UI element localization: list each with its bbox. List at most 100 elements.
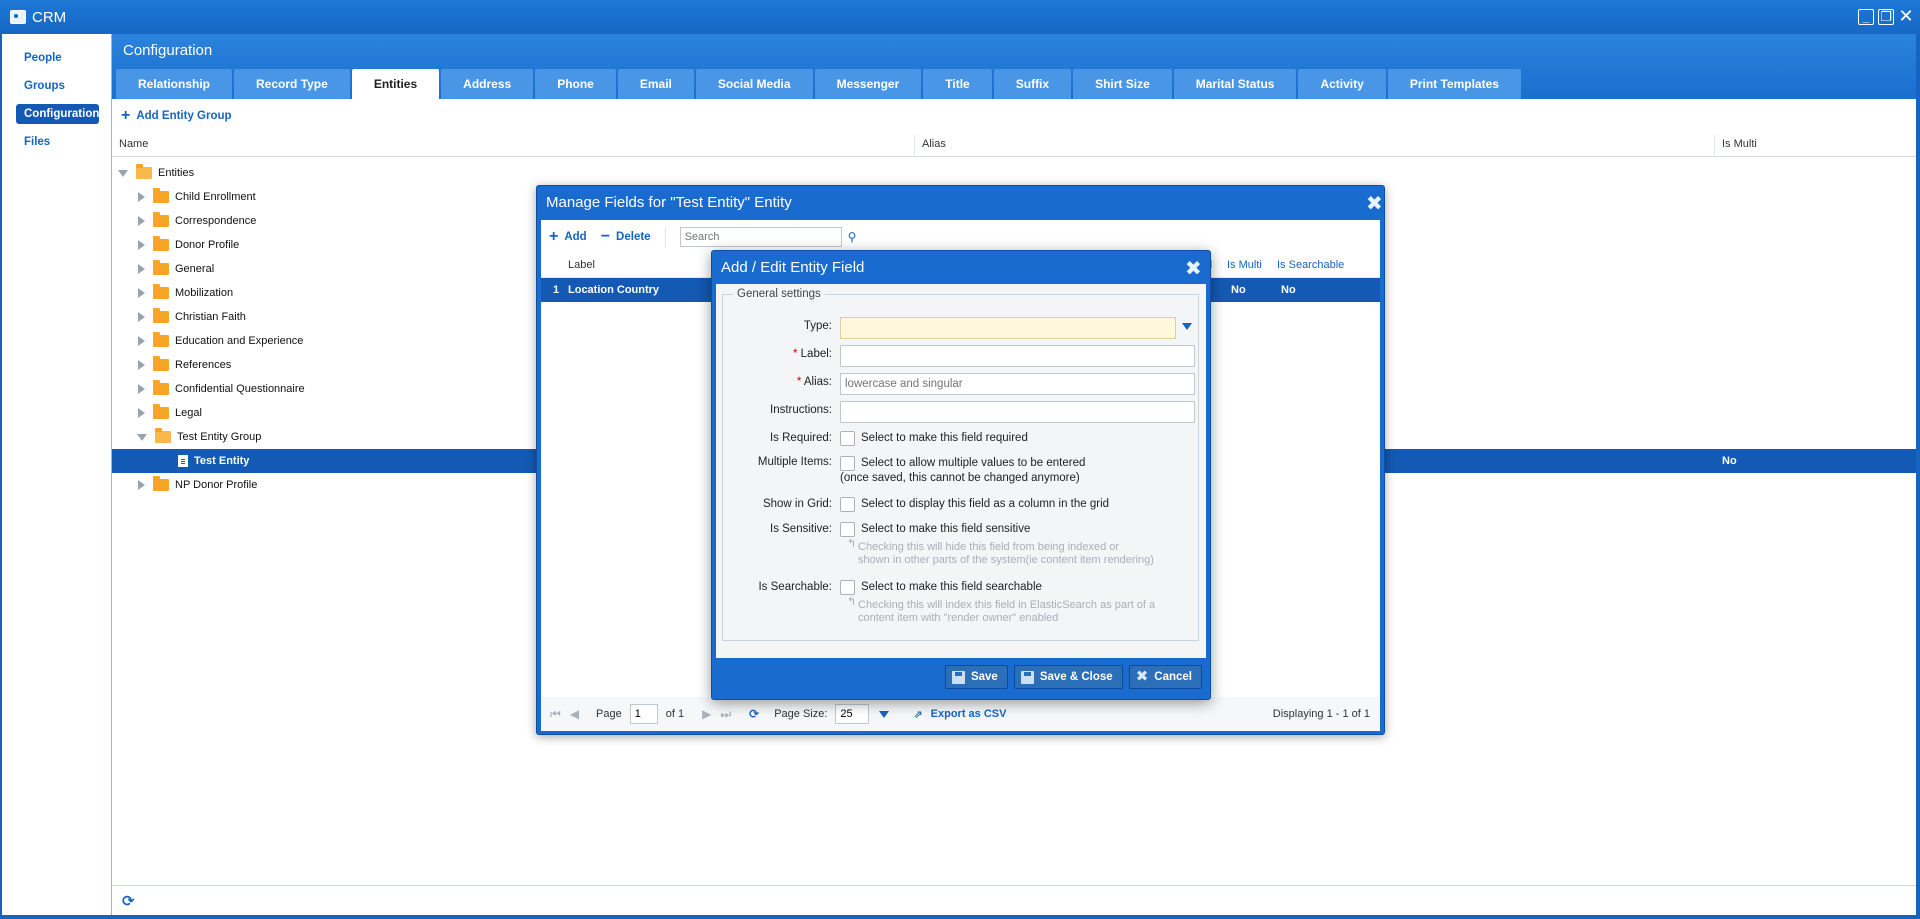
tree-label: Test Entity [194,455,250,467]
expand-arrow-icon[interactable] [138,216,145,226]
nav-item-groups[interactable]: Groups [16,76,99,96]
tab-record-type[interactable]: Record Type [234,69,350,99]
column-header-is-multi[interactable]: Is Multi [1227,259,1262,271]
minimize-icon[interactable]: _ [1858,9,1874,25]
collapse-arrow-icon[interactable] [137,433,147,441]
required-checkbox[interactable] [840,431,855,446]
tab-phone[interactable]: Phone [535,69,616,99]
expand-arrow-icon[interactable] [138,360,145,370]
close-icon[interactable]: ✖ [1185,256,1202,281]
prev-page-icon[interactable]: ◀ [570,707,579,721]
column-header-label[interactable]: Label [568,259,595,271]
last-page-icon[interactable]: ⏭ [720,707,731,722]
column-divider [914,135,915,155]
folder-icon [153,212,169,227]
cancel-button[interactable]: ✖ Cancel [1128,665,1202,689]
row-number: 1 [553,284,560,296]
panel-footer: ⟳ [112,885,1916,915]
folder-icon [153,380,169,395]
search-icon[interactable]: ⚲ [848,230,857,244]
chevron-down-icon[interactable] [879,710,890,718]
tab-entities[interactable]: Entities [351,69,440,99]
nav-item-configuration[interactable]: Configuration [16,104,99,124]
add-field-button[interactable]: + Add [549,229,587,245]
folder-open-icon [136,164,152,179]
page-size-input[interactable] [835,704,870,724]
expand-arrow-icon[interactable] [138,288,145,298]
sensitive-hint-line-1: Checking this will hide this field from … [858,541,1120,553]
page-number-input[interactable] [629,704,658,724]
show-in-grid-checkbox[interactable] [840,497,855,512]
tab-shirt-size[interactable]: Shirt Size [1073,69,1172,99]
instructions-input[interactable] [840,401,1195,423]
searchable-text: Select to make this field searchable [861,581,1042,593]
chevron-down-icon[interactable] [1182,323,1192,330]
folder-icon [153,188,169,203]
close-icon[interactable]: ✖ [1366,191,1383,216]
tab-title[interactable]: Title [923,69,992,99]
next-page-icon[interactable]: ▶ [702,707,711,721]
page-count: of 1 [665,708,685,720]
label-row: * Label: [723,345,1198,369]
expand-arrow-icon[interactable] [138,384,145,394]
entities-grid-header: Name Alias Is Multi [112,133,1916,157]
column-header-alias[interactable]: Alias [922,138,946,150]
tab-suffix[interactable]: Suffix [993,69,1072,99]
multiple-items-checkbox[interactable] [840,456,855,471]
app-title: CRM [32,8,67,26]
tree-label: Legal [175,407,202,419]
sensitive-checkbox[interactable] [840,522,855,537]
pagination-bar: ⏮ ◀ Page of 1 ▶ ⏭ ⟳ Page Size: ⇗ Export … [541,697,1380,731]
tab-address[interactable]: Address [441,69,534,99]
column-header-is-searchable[interactable]: Is Searchable [1277,259,1344,271]
tree-label: References [175,359,232,371]
expand-arrow-icon[interactable] [138,336,145,346]
close-icon[interactable]: ✕ [1898,7,1914,25]
type-select[interactable] [840,317,1176,339]
tree-row-root[interactable]: Entities [112,161,1916,185]
page-title: Configuration [123,42,213,59]
alias-field-label: * Alias: [796,376,832,388]
delete-label: Delete [616,231,651,243]
tab-print-templates[interactable]: Print Templates [1387,69,1521,99]
column-header-is-multi[interactable]: Is Multi [1722,138,1757,150]
refresh-icon[interactable]: ⟳ [122,892,135,910]
expand-arrow-icon[interactable] [138,408,145,418]
nav-item-files[interactable]: Files [16,132,99,152]
tab-messenger[interactable]: Messenger [814,69,922,99]
tree-label: Donor Profile [175,239,240,251]
tab-relationship[interactable]: Relationship [116,69,233,99]
expand-arrow-icon[interactable] [138,192,145,202]
fieldset-legend: General settings [737,288,821,300]
tab-social-media[interactable]: Social Media [695,69,813,99]
expand-arrow-icon[interactable] [138,240,145,250]
column-header-name[interactable]: Name [119,138,148,150]
type-row: Type: [723,317,1198,341]
delete-field-button[interactable]: − Delete [601,229,651,245]
add-entity-group-button[interactable]: + Add Entity Group [121,108,232,124]
searchable-hint-line-2: content item with "render owner" enabled [858,612,1059,624]
search-input[interactable] [679,227,842,247]
expand-arrow-icon[interactable] [138,264,145,274]
tab-marital-status[interactable]: Marital Status [1173,69,1297,99]
sensitive-row: Is Sensitive: Select to make this field … [723,521,1198,569]
searchable-checkbox[interactable] [840,580,855,595]
first-page-icon[interactable]: ⏮ [550,707,561,722]
required-row: Is Required: Select to make this field r… [723,430,1198,450]
left-nav: People Groups Configuration Files [2,34,111,915]
label-input[interactable] [840,345,1195,367]
alias-input[interactable] [840,373,1195,395]
row-label: Location Country [568,284,660,296]
collapse-arrow-icon[interactable] [118,169,128,177]
tab-activity[interactable]: Activity [1298,69,1386,99]
save-close-button[interactable]: Save & Close [1013,665,1123,689]
expand-arrow-icon[interactable] [138,480,145,490]
folder-icon [153,260,169,275]
restore-icon[interactable]: ❐ [1878,9,1894,25]
refresh-icon[interactable]: ⟳ [749,707,759,721]
save-button[interactable]: Save [944,665,1008,689]
expand-arrow-icon[interactable] [138,312,145,322]
export-csv-button[interactable]: Export as CSV [931,708,1007,720]
tab-email[interactable]: Email [617,69,694,99]
nav-item-people[interactable]: People [16,48,99,68]
